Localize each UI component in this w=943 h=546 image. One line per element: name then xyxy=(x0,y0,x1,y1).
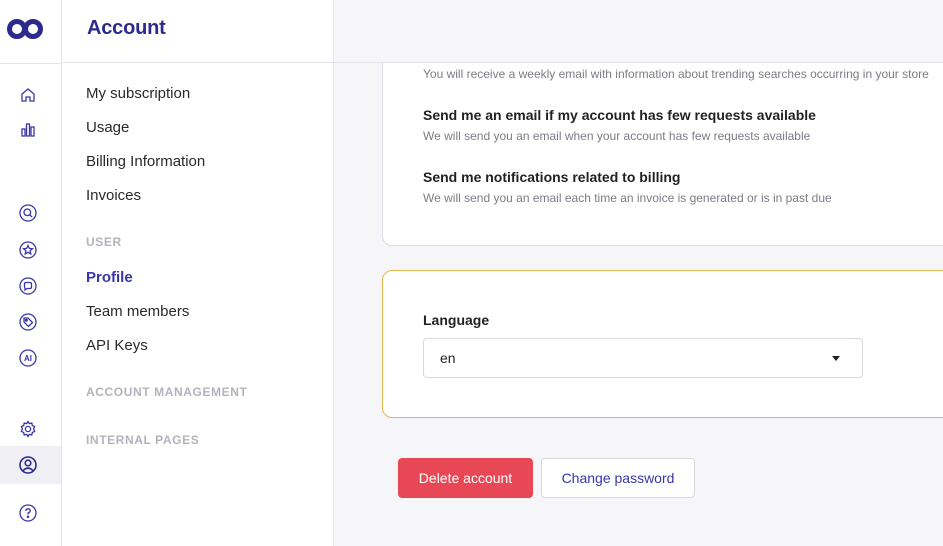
sidebar-item-profile[interactable]: Profile xyxy=(86,269,133,286)
help-icon[interactable] xyxy=(17,502,39,524)
language-card: Language en xyxy=(382,270,943,418)
billing-notifications-option-title[interactable]: Send me notifications related to billing xyxy=(423,169,680,185)
sidebar-section-account-management[interactable]: ACCOUNT MANAGEMENT xyxy=(86,385,247,399)
language-label: Language xyxy=(423,312,490,328)
tag-icon[interactable] xyxy=(17,311,39,333)
sidebar-item-billing-information[interactable]: Billing Information xyxy=(86,153,205,170)
chevron-down-icon xyxy=(832,356,840,361)
language-select[interactable]: en xyxy=(423,338,863,378)
gear-icon[interactable] xyxy=(17,418,39,440)
sidebar-item-my-subscription[interactable]: My subscription xyxy=(86,85,190,102)
low-requests-option-description: We will send you an email when your acco… xyxy=(423,129,811,143)
search-icon[interactable] xyxy=(17,202,39,224)
settings-sidebar: Account My subscription Usage Billing In… xyxy=(62,0,334,546)
change-password-button[interactable]: Change password xyxy=(541,458,695,498)
delete-account-button[interactable]: Delete account xyxy=(398,458,533,498)
sidebar-section-internal-pages[interactable]: INTERNAL PAGES xyxy=(86,433,199,447)
main-content: You will receive a weekly email with inf… xyxy=(334,0,943,546)
low-requests-option-title[interactable]: Send me an email if my account has few r… xyxy=(423,107,816,123)
bar-chart-icon[interactable] xyxy=(17,119,39,141)
sidebar-item-usage[interactable]: Usage xyxy=(86,119,129,136)
ai-icon-label: AI xyxy=(24,354,32,363)
logo-icon[interactable] xyxy=(7,17,45,41)
icon-rail: AI xyxy=(0,0,62,546)
user-icon[interactable] xyxy=(17,454,39,476)
home-icon[interactable] xyxy=(17,84,39,106)
billing-notifications-option-description: We will send you an email each time an i… xyxy=(423,191,832,205)
star-icon[interactable] xyxy=(17,239,39,261)
ai-icon[interactable]: AI xyxy=(17,347,39,369)
weekly-trends-description: You will receive a weekly email with inf… xyxy=(423,67,929,81)
sidebar-item-api-keys[interactable]: API Keys xyxy=(86,337,148,354)
chat-icon[interactable] xyxy=(17,275,39,297)
sidebar-header: Account xyxy=(62,0,333,63)
sidebar-item-team-members[interactable]: Team members xyxy=(86,303,189,320)
top-bar xyxy=(334,0,943,63)
rail-divider xyxy=(0,63,61,64)
sidebar-title: Account xyxy=(87,17,166,39)
sidebar-item-invoices[interactable]: Invoices xyxy=(86,187,141,204)
language-select-value: en xyxy=(440,350,456,366)
sidebar-section-user: USER xyxy=(86,235,122,249)
